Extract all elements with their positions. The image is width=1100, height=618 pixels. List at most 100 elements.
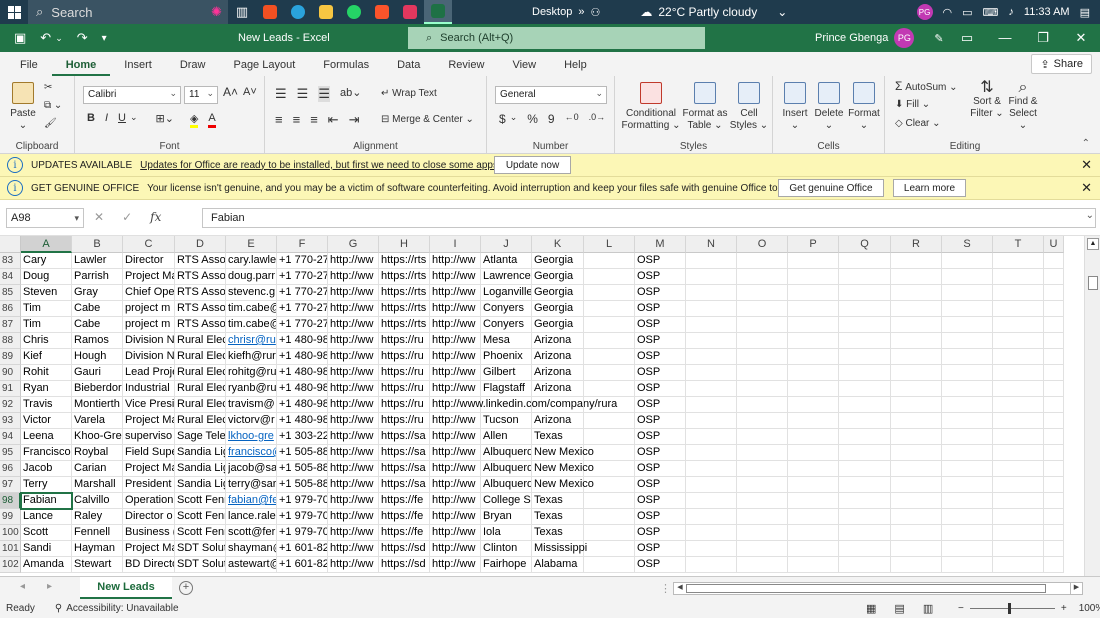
tab-split-handle[interactable]: ⋮	[660, 582, 671, 595]
cell-r91[interactable]	[891, 381, 942, 397]
app-icon-brave[interactable]	[368, 0, 396, 24]
cell-s85[interactable]	[942, 285, 993, 301]
cell-p86[interactable]	[788, 301, 839, 317]
paste-button[interactable]: Paste ⌄	[8, 82, 38, 132]
cell-h94[interactable]: https://sa	[379, 429, 430, 445]
cell-i93[interactable]: http://ww	[430, 413, 481, 429]
cell-a102[interactable]: Amanda	[21, 557, 72, 573]
cell-f90[interactable]: +1 480-98	[277, 365, 328, 381]
column-header[interactable]: K	[532, 236, 584, 253]
cell-r101[interactable]	[891, 541, 942, 557]
cell-m102[interactable]: OSP	[635, 557, 686, 573]
tab-insert[interactable]: Insert	[110, 59, 166, 76]
cell-q93[interactable]	[839, 413, 891, 429]
cell-l84[interactable]	[584, 269, 635, 285]
cell-j100[interactable]: Iola	[481, 525, 532, 541]
sheet-next-icon[interactable]: ▸	[47, 581, 52, 592]
cell-j93[interactable]: Tucson	[481, 413, 532, 429]
cell-e96[interactable]: jacob@sa	[226, 461, 277, 477]
cell-t88[interactable]	[993, 333, 1044, 349]
cell-u86[interactable]	[1044, 301, 1064, 317]
cell-u98[interactable]	[1044, 493, 1064, 509]
cell-k94[interactable]: Texas	[532, 429, 584, 445]
cell-k88[interactable]: Arizona	[532, 333, 584, 349]
cell-o97[interactable]	[737, 477, 788, 493]
cell-n89[interactable]	[686, 349, 737, 365]
cell-e101[interactable]: shayman@	[226, 541, 277, 557]
cell-d88[interactable]: Rural Elec	[175, 333, 226, 349]
horizontal-scrollbar[interactable]: ◀ ▶	[673, 582, 1083, 595]
cell-j88[interactable]: Mesa	[481, 333, 532, 349]
cell-p90[interactable]	[788, 365, 839, 381]
spreadsheet-grid[interactable]: A B C D E F G H I J K L M N O P Q R S T U 83 Cary Lawler Directo…	[0, 236, 1084, 576]
cell-o84[interactable]	[737, 269, 788, 285]
cell-g88[interactable]: http://ww	[328, 333, 379, 349]
cell-m95[interactable]: OSP	[635, 445, 686, 461]
cell-m86[interactable]: OSP	[635, 301, 686, 317]
cell-h99[interactable]: https://fe	[379, 509, 430, 525]
cell-styles-button[interactable]: Cell Styles ⌄	[729, 82, 769, 132]
percent-button[interactable]: %	[527, 112, 538, 126]
column-header[interactable]: R	[891, 236, 942, 253]
cell-g89[interactable]: http://ww	[328, 349, 379, 365]
cell-d97[interactable]: Sandia Lig	[175, 477, 226, 493]
account-area[interactable]: Prince Gbenga PG ✎	[815, 28, 944, 48]
cell-r93[interactable]	[891, 413, 942, 429]
fill-color-icon[interactable]: ◈	[189, 112, 199, 128]
cell-k86[interactable]: Georgia	[532, 301, 584, 317]
column-header[interactable]: F	[277, 236, 328, 253]
cell-k102[interactable]: Alabama	[532, 557, 584, 573]
column-header[interactable]: N	[686, 236, 737, 253]
cell-u95[interactable]	[1044, 445, 1064, 461]
cell-f91[interactable]: +1 480-98	[277, 381, 328, 397]
battery-icon[interactable]: ▭	[962, 6, 972, 19]
cell-l91[interactable]	[584, 381, 635, 397]
cell-i84[interactable]: http://ww	[430, 269, 481, 285]
cell-r85[interactable]	[891, 285, 942, 301]
fill-button[interactable]: ⬇ Fill ⌄	[895, 99, 930, 111]
cell-k90[interactable]: Arizona	[532, 365, 584, 381]
cell-r94[interactable]	[891, 429, 942, 445]
column-header[interactable]: E	[226, 236, 277, 253]
cell-u93[interactable]	[1044, 413, 1064, 429]
cell-c85[interactable]: Chief Ope	[123, 285, 175, 301]
cell-b92[interactable]: Montierth	[72, 397, 123, 413]
currency-button[interactable]: $	[499, 112, 506, 126]
cell-l99[interactable]	[584, 509, 635, 525]
increase-decimal-icon[interactable]: ←0	[565, 112, 579, 126]
cell-b90[interactable]: Gauri	[72, 365, 123, 381]
cell-i85[interactable]: http://ww	[430, 285, 481, 301]
row-header[interactable]: 98	[0, 493, 21, 509]
zoom-level[interactable]: 100%	[1079, 603, 1100, 614]
cell-e93[interactable]: victorv@r	[226, 413, 277, 429]
cell-p91[interactable]	[788, 381, 839, 397]
cell-l86[interactable]	[584, 301, 635, 317]
row-header[interactable]: 84	[0, 269, 21, 285]
autosum-button[interactable]: Σ AutoSum ⌄	[895, 80, 958, 94]
cell-n102[interactable]	[686, 557, 737, 573]
format-as-table-button[interactable]: Format as Table ⌄	[681, 82, 729, 132]
zoom-in-icon[interactable]: +	[1061, 603, 1067, 614]
cell-l96[interactable]	[584, 461, 635, 477]
cell-d96[interactable]: Sandia Lig	[175, 461, 226, 477]
row-header[interactable]: 83	[0, 253, 21, 269]
cell-d95[interactable]: Sandia Lig	[175, 445, 226, 461]
cell-m96[interactable]: OSP	[635, 461, 686, 477]
cell-h95[interactable]: https://sa	[379, 445, 430, 461]
cell-c96[interactable]: Project Ma	[123, 461, 175, 477]
cell-u92[interactable]	[1044, 397, 1064, 413]
align-bottom-icon[interactable]: ☰	[318, 86, 330, 102]
cell-m83[interactable]: OSP	[635, 253, 686, 269]
cell-q85[interactable]	[839, 285, 891, 301]
cell-p98[interactable]	[788, 493, 839, 509]
cell-h101[interactable]: https://sd	[379, 541, 430, 557]
cell-q86[interactable]	[839, 301, 891, 317]
cell-r100[interactable]	[891, 525, 942, 541]
cell-e102[interactable]: astewart@	[226, 557, 277, 573]
cell-p95[interactable]	[788, 445, 839, 461]
cell-c88[interactable]: Division N	[123, 333, 175, 349]
cell-o94[interactable]	[737, 429, 788, 445]
cell-g83[interactable]: http://ww	[328, 253, 379, 269]
cell-a84[interactable]: Doug	[21, 269, 72, 285]
cell-b95[interactable]: Roybal	[72, 445, 123, 461]
